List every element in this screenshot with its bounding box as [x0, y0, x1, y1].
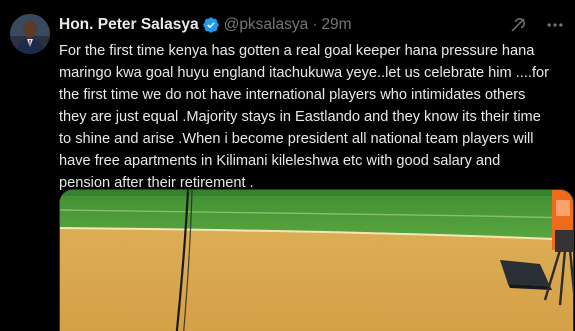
author-display-name[interactable]: Hon. Peter Salasya	[59, 14, 199, 36]
tweet-card[interactable]: Hon. Peter Salasya @pksalasya · 29m For …	[0, 0, 575, 331]
tweet-text-line: the first time we do not have internatio…	[59, 87, 526, 103]
tweet-text-line: they are just equal .Majority stays in E…	[59, 109, 541, 125]
tweet-text-line: to shine and arise .When i become presid…	[59, 131, 534, 147]
tweet-header: Hon. Peter Salasya @pksalasya · 29m	[59, 14, 565, 36]
header-separator: ·	[312, 16, 318, 33]
tweet-media-image[interactable]	[59, 189, 574, 331]
author-handle[interactable]: @pksalasya	[224, 14, 309, 36]
more-options-icon[interactable]	[545, 15, 565, 35]
tweet-text-line: For the first time kenya has gotten a re…	[59, 43, 535, 59]
author-avatar[interactable]	[10, 14, 50, 54]
tweet-text-line: have free apartments in Kilimani kileles…	[59, 153, 501, 169]
tweet-text: For the first time kenya has gotten a re…	[59, 40, 569, 194]
stadium-pitch-photo	[60, 190, 573, 331]
avatar-image	[10, 14, 50, 54]
header-actions	[509, 14, 565, 36]
tweet-timestamp[interactable]: 29m	[321, 14, 351, 36]
verified-badge-icon	[202, 16, 220, 34]
grok-icon[interactable]	[509, 16, 527, 34]
tweet-text-line: maringo kwa goal huyu england itachukuwa…	[59, 65, 549, 81]
